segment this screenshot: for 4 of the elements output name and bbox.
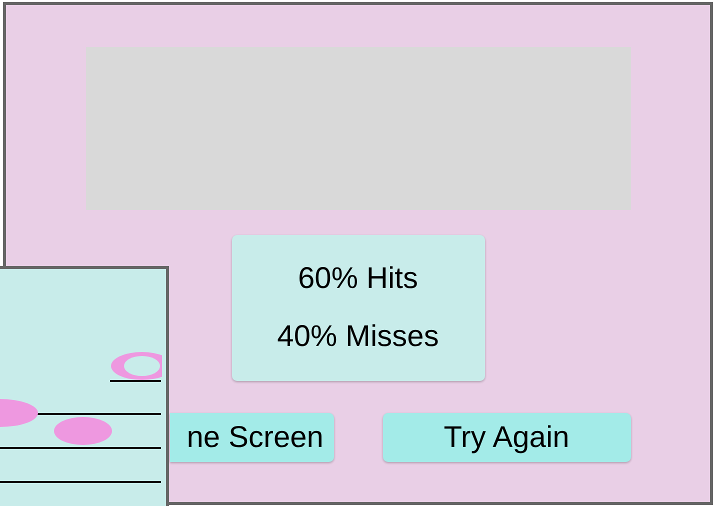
result-text: 60% Hits bbox=[298, 261, 418, 297]
action-button[interactable]: ne Screen bbox=[170, 413, 334, 462]
result-text: 40% Misses bbox=[277, 319, 439, 355]
action-button[interactable]: Try Again bbox=[382, 413, 630, 462]
